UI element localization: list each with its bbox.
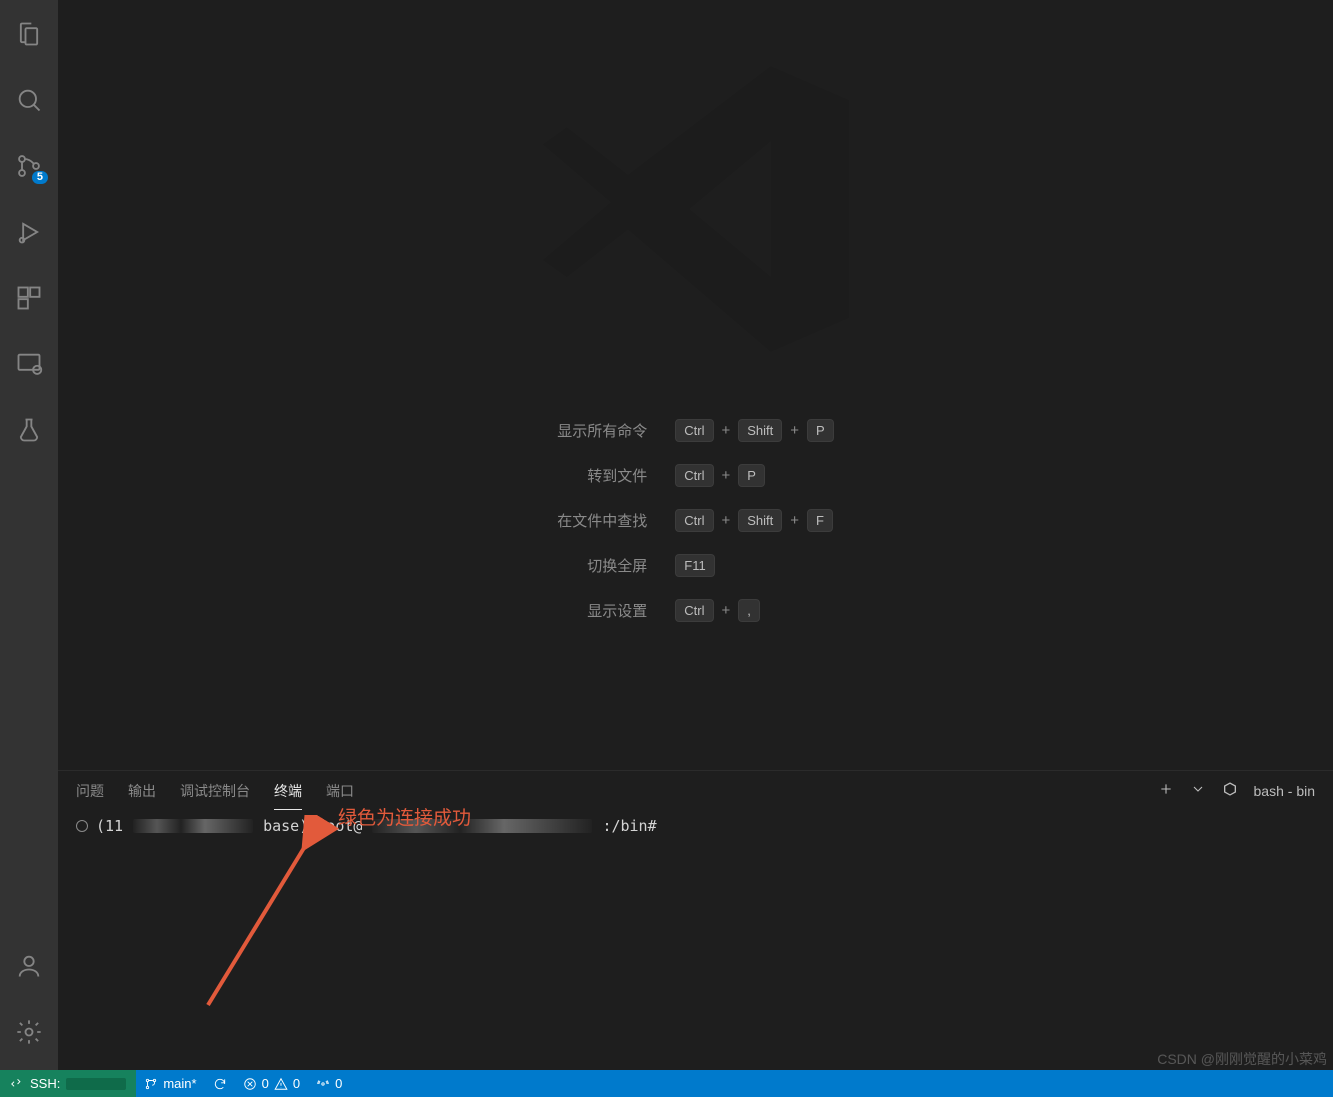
tab-ports[interactable]: 端口 [326, 773, 354, 809]
accounts-icon[interactable] [0, 942, 58, 990]
keyboard-hints: 显示所有命令 Ctrl+Shift+P 转到文件 Ctrl+P 在文件中查找 Ctrl+S… [557, 419, 833, 622]
keycap: Shift [738, 419, 782, 442]
tab-output[interactable]: 输出 [128, 773, 156, 809]
obscured-text [66, 1078, 126, 1090]
hint-label: 在文件中查找 [557, 510, 647, 531]
search-icon[interactable] [0, 76, 58, 124]
tab-terminal[interactable]: 终端 [274, 773, 302, 810]
hint-label: 转到文件 [557, 465, 647, 486]
explorer-icon[interactable] [0, 10, 58, 58]
source-control-icon[interactable]: 5 [0, 142, 58, 190]
scm-badge: 5 [32, 171, 48, 184]
hint-keys: Ctrl+P [675, 464, 833, 487]
hint-keys: Ctrl+Shift+P [675, 419, 833, 442]
terminal-dropdown-icon[interactable] [1190, 781, 1206, 802]
terminal-task-icon [76, 820, 88, 832]
keycap: P [738, 464, 765, 487]
remote-explorer-icon[interactable] [0, 340, 58, 388]
errors-count: 0 [262, 1076, 269, 1091]
keycap: Ctrl [675, 599, 713, 622]
hint-keys: Ctrl+Shift+F [675, 509, 833, 532]
keycap: P [807, 419, 834, 442]
settings-gear-icon[interactable] [0, 1008, 58, 1056]
git-branch-item[interactable]: main* [136, 1070, 204, 1097]
sync-button[interactable] [205, 1070, 235, 1097]
new-terminal-button[interactable] [1158, 781, 1174, 802]
keycap: Shift [738, 509, 782, 532]
problems-status[interactable]: 0 0 [235, 1070, 308, 1097]
git-branch-label: main* [163, 1076, 196, 1091]
run-debug-icon[interactable] [0, 208, 58, 256]
hint-keys: Ctrl+, [675, 599, 833, 622]
hint-label: 显示设置 [557, 600, 647, 621]
ports-count: 0 [335, 1076, 342, 1091]
welcome-editor: 显示所有命令 Ctrl+Shift+P 转到文件 Ctrl+P 在文件中查找 Ctrl+S… [58, 0, 1333, 770]
extensions-icon[interactable] [0, 274, 58, 322]
obscured-text [372, 819, 592, 833]
annotation-arrow-icon [198, 815, 358, 1015]
terminal-text-mid: base) root@ [263, 817, 362, 835]
hint-label: 切换全屏 [557, 555, 647, 576]
terminal-profile-icon[interactable] [1222, 781, 1238, 802]
obscured-text [133, 819, 253, 833]
terminal-shell-label[interactable]: bash - bin [1254, 783, 1315, 799]
hint-keys: F11 [675, 554, 833, 577]
keycap: Ctrl [675, 464, 713, 487]
remote-indicator[interactable]: SSH: [0, 1070, 136, 1097]
terminal-text-left: (11 [96, 817, 123, 835]
remote-label-prefix: SSH: [30, 1076, 60, 1091]
keycap: F [807, 509, 833, 532]
keycap: Ctrl [675, 419, 713, 442]
keycap: Ctrl [675, 509, 713, 532]
activity-bar: 5 [0, 0, 58, 1070]
hint-label: 显示所有命令 [557, 420, 647, 441]
vscode-logo-icon [526, 29, 866, 389]
warnings-count: 0 [293, 1076, 300, 1091]
ports-status[interactable]: 0 [308, 1070, 350, 1097]
terminal-text-right: :/bin# [602, 817, 656, 835]
tab-problems[interactable]: 问题 [76, 773, 104, 809]
testing-icon[interactable] [0, 406, 58, 454]
tab-debug-console[interactable]: 调试控制台 [180, 773, 250, 809]
keycap: F11 [675, 554, 714, 577]
bottom-panel: 问题 输出 调试控制台 终端 端口 [58, 770, 1333, 1070]
terminal-body[interactable]: (11 base) root@ :/bin# 绿色为连接成功 [58, 811, 1333, 1070]
keycap: , [738, 599, 760, 622]
status-bar: SSH: main* 0 0 0 [0, 1070, 1333, 1097]
